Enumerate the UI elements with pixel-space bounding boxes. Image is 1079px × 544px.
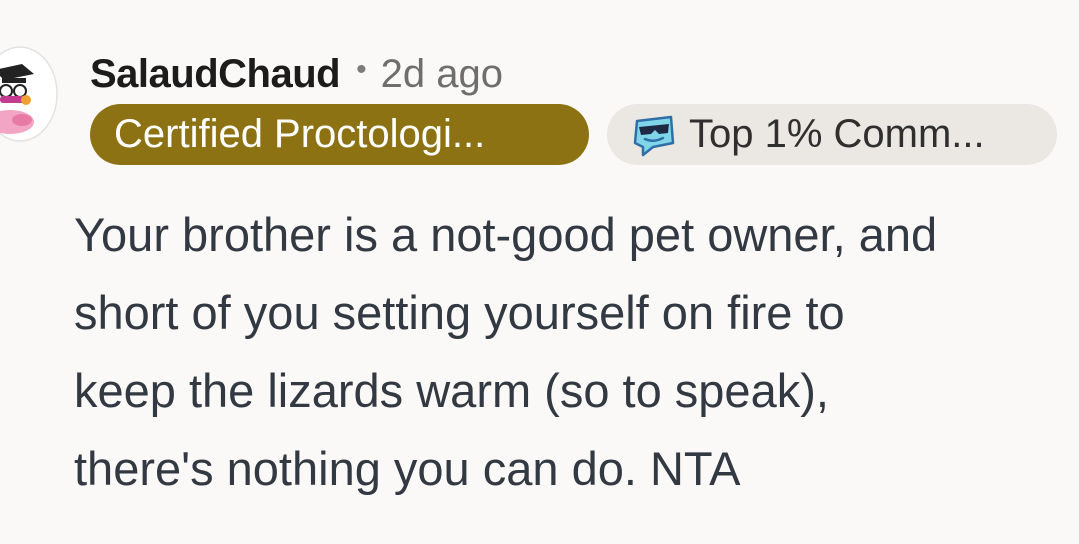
cool-snoo-sunglasses-icon	[633, 115, 675, 156]
comment-body-line: keep the lizards warm (so to speak),	[74, 364, 829, 417]
comment-body-line: there's nothing you can do. NTA	[74, 442, 741, 495]
avatar[interactable]	[0, 44, 58, 144]
comment-body-line: Your brother is a not-good pet owner, an…	[74, 208, 938, 261]
flair-row: Certified Proctologi... Top 1% Comm...	[90, 104, 1057, 165]
meta-separator: •	[356, 53, 367, 86]
comment-body-line: short of you setting yourself on fire to	[74, 286, 845, 339]
comment-meta: SalaudChaud • 2d ago	[90, 46, 503, 102]
timestamp: 2d ago	[380, 51, 503, 96]
user-flair-label: Certified Proctologi...	[114, 112, 486, 156]
comment: SalaudChaud • 2d ago Certified Proctolog…	[0, 0, 1079, 544]
comment-body: Your brother is a not-good pet owner, an…	[74, 196, 1074, 508]
user-flair[interactable]: Certified Proctologi...	[90, 104, 589, 165]
achievement-flair-label: Top 1% Comm...	[689, 112, 985, 156]
achievement-flair[interactable]: Top 1% Comm...	[607, 104, 1057, 165]
username[interactable]: SalaudChaud	[90, 52, 341, 97]
